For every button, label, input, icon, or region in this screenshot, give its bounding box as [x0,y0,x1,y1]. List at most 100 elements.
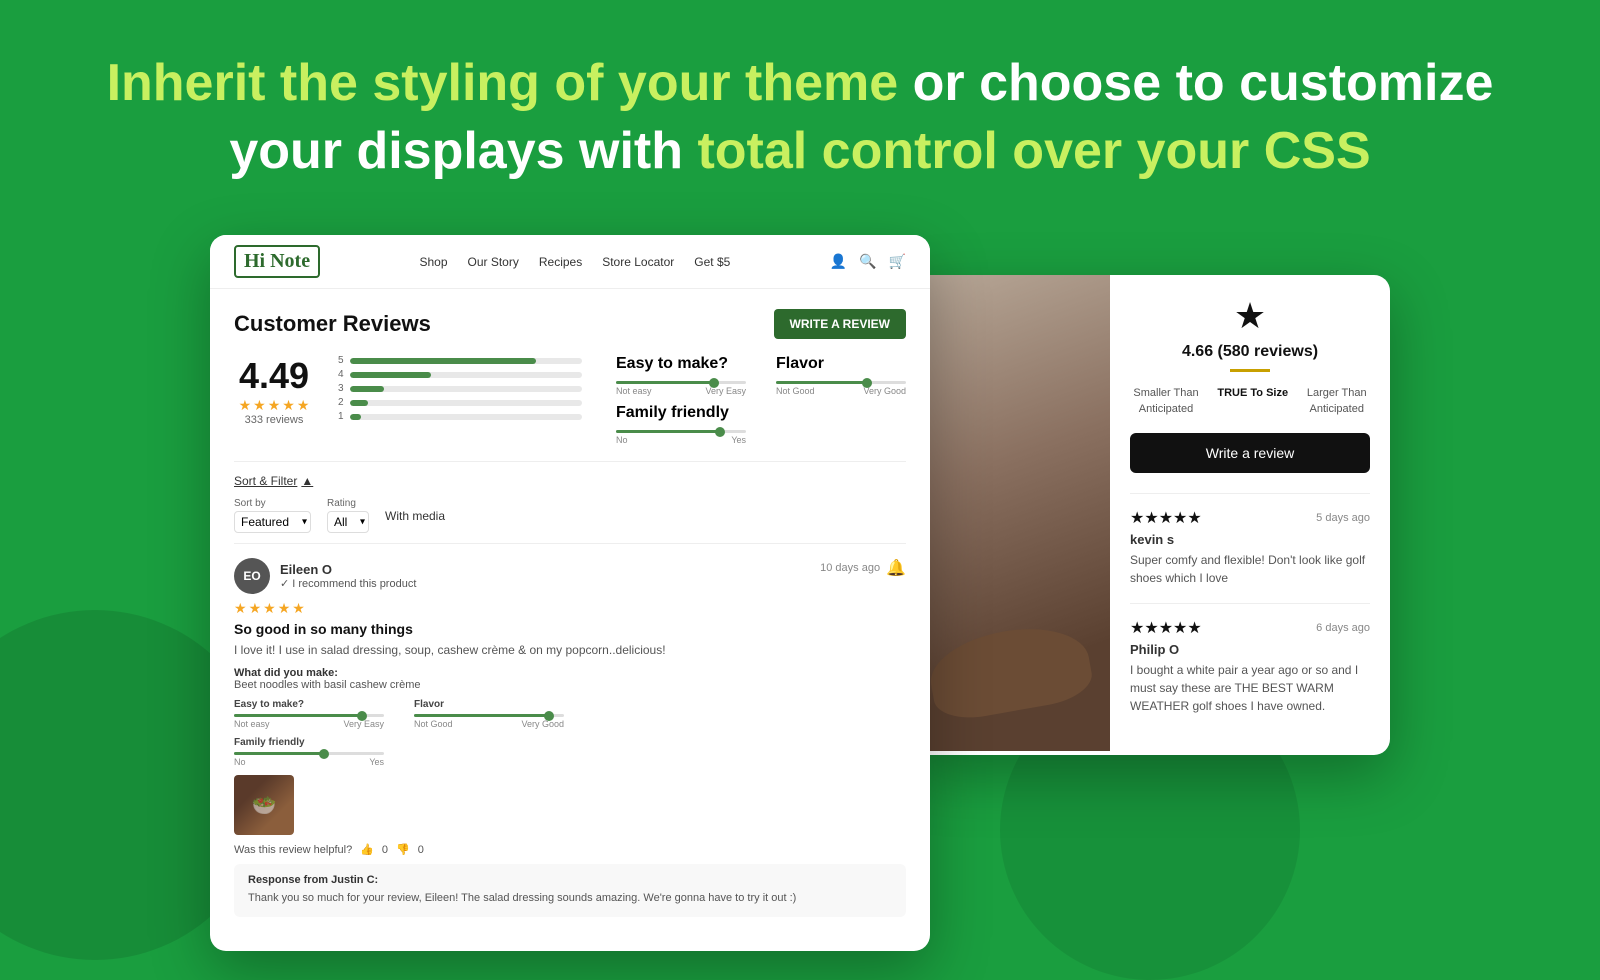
rev-attr-family-label: Family friendly [234,737,906,748]
bar-track-2 [350,400,582,406]
rating-filter-select-wrap: All [327,511,369,533]
helpful-yes-count: 0 [382,844,388,856]
sort-by-select[interactable]: Featured [234,511,311,533]
rev-attr-flavor: Flavor Not Good Very Good [414,699,564,729]
write-review-button-right[interactable]: Write a review [1130,433,1370,473]
right-reviewer-name-1: kevin s [1130,532,1370,547]
review-top: EO Eileen O ✓ I recommend this product 1… [234,558,906,594]
media-filter[interactable]: With media [385,509,445,523]
reviewer-name-block: Eileen O ✓ I recommend this product [280,562,416,590]
attr-family-track [616,430,746,433]
account-icon[interactable]: 👤 [830,253,847,270]
write-review-button[interactable]: WRITE A REVIEW [774,309,906,339]
response-text: Thank you so much for your review, Eilee… [248,890,892,907]
right-review-item-2: ★★★★★ 6 days ago Philip O I bought a whi… [1130,618,1370,715]
bar-track-3 [350,386,582,392]
what-made-label: What did you make: [234,667,906,679]
review-count: 333 reviews [234,414,314,426]
response-box: Response from Justin C: Thank you so muc… [234,864,906,917]
right-panel: ★ 4.66 (580 reviews) Smaller ThanAnticip… [1110,275,1390,751]
right-star-icon: ★ [1130,295,1370,337]
store-navbar: Hi Note Shop Our Story Recipes Store Loc… [210,235,930,289]
attr-flavor-labels: Not Good Very Good [776,386,906,396]
response-from: Response from Justin C: [248,874,892,886]
right-review-text-2: I bought a white pair a year ago or so a… [1130,661,1370,715]
rating-filter-select[interactable]: All [327,511,369,533]
rev-attr-easy-thumb [357,711,367,721]
nav-our-story[interactable]: Our Story [468,255,519,269]
hero-title-connector: or choose to customize [898,54,1493,112]
attr-family-labels: No Yes [616,435,746,445]
right-review-date-1: 5 days ago [1316,512,1370,524]
attr-easy-track [616,381,746,384]
bar-row-1: 1 [338,411,582,422]
review-image-inner: 🥗 [234,775,294,835]
helpful-no-count: 0 [418,844,424,856]
review-image: 🥗 [234,775,294,835]
bar-label-4: 4 [338,369,344,380]
bar-fill-3 [350,386,385,392]
reviews-header: Customer Reviews WRITE A REVIEW [234,309,906,339]
bar-row-3: 3 [338,383,582,394]
bar-label-1: 1 [338,411,344,422]
fit-true-label: TRUE To Size [1217,387,1288,399]
rev-attr-family-track [234,752,384,755]
rating-summary: 4.49 ★ ★ ★ ★ ★ 333 reviews 5 [234,355,906,449]
bar-fill-1 [350,414,362,420]
right-screen: ★ 4.66 (580 reviews) Smaller ThanAnticip… [910,275,1390,755]
right-divider [1230,369,1270,372]
nav-shop[interactable]: Shop [419,255,447,269]
sort-filter-link[interactable]: Sort & Filter ▲ [234,474,313,488]
rev-attr-easy: Easy to make? Not easy Very Easy [234,699,384,729]
attr-easy-label: Easy to make? [616,355,746,373]
right-review-text-1: Super comfy and flexible! Don't look lik… [1130,551,1370,587]
attr-flavor-slider: Not Good Very Good [776,381,906,396]
rating-number: 4.49 [234,355,314,397]
screens-container: Hi Note Shop Our Story Recipes Store Loc… [0,215,1600,951]
star-2: ★ [253,397,266,414]
thumbs-up-icon[interactable]: 👍 [360,843,374,856]
reviews-title: Customer Reviews [234,311,431,337]
divider-line-2 [1130,603,1370,604]
nav-recipes[interactable]: Recipes [539,255,582,269]
bar-fill-2 [350,400,369,406]
reviewer-info: EO Eileen O ✓ I recommend this product [234,558,416,594]
rating-filter-group: Rating All [327,498,369,533]
star-1: ★ [239,397,252,414]
search-icon[interactable]: 🔍 [859,253,876,270]
cart-icon[interactable]: 🛒 [889,253,906,270]
hero-title: Inherit the styling of your theme or cho… [100,50,1500,185]
sort-by-select-wrap: Featured [234,511,311,533]
rev-attr-easy-fill [234,714,362,717]
attr-group-easy: Easy to make? Not easy Very Easy Fam [616,355,746,449]
sort-by-group: Sort by Featured [234,498,311,533]
rev-attr-flavor-label: Flavor [414,699,564,710]
store-nav-icons: 👤 🔍 🛒 [830,253,906,270]
helpful-text: Was this review helpful? [234,844,352,856]
bar-fill-5 [350,358,536,364]
overall-stars: ★ ★ ★ ★ ★ [234,397,314,414]
nav-store-locator[interactable]: Store Locator [602,255,674,269]
bar-row-5: 5 [338,355,582,366]
review-date-notify: 10 days ago 🔔 [820,558,906,578]
rev-attr-family: Family friendly No Yes [234,737,906,767]
nav-get-5[interactable]: Get $5 [694,255,730,269]
hero-title-highlight2: total control over your CSS [697,122,1370,180]
filter-controls: Sort by Featured Rating All [234,498,906,533]
bar-label-2: 2 [338,397,344,408]
rating-bars: 5 4 3 [338,355,582,449]
attr-family-label: Family friendly [616,404,746,422]
attribute-ratings: Easy to make? Not easy Very Easy Fam [616,355,906,449]
review-stars: ★ ★ ★ ★ ★ [234,600,906,617]
star-3: ★ [268,397,281,414]
right-reviewer-name-2: Philip O [1130,642,1370,657]
attr-easy-slider: Not easy Very Easy [616,381,746,396]
right-rating: 4.66 (580 reviews) [1130,343,1370,361]
attr-easy-fill [616,381,714,384]
thumbs-down-icon[interactable]: 👎 [396,843,410,856]
fit-indicators: Smaller ThanAnticipated TRUE To Size Lar… [1130,386,1370,417]
store-nav-links: Shop Our Story Recipes Store Locator Get… [419,255,730,269]
hero-title-highlight1: Inherit the styling of your theme [107,54,899,112]
reviewer-avatar: EO [234,558,270,594]
attr-group-flavor: Flavor Not Good Very Good [776,355,906,449]
